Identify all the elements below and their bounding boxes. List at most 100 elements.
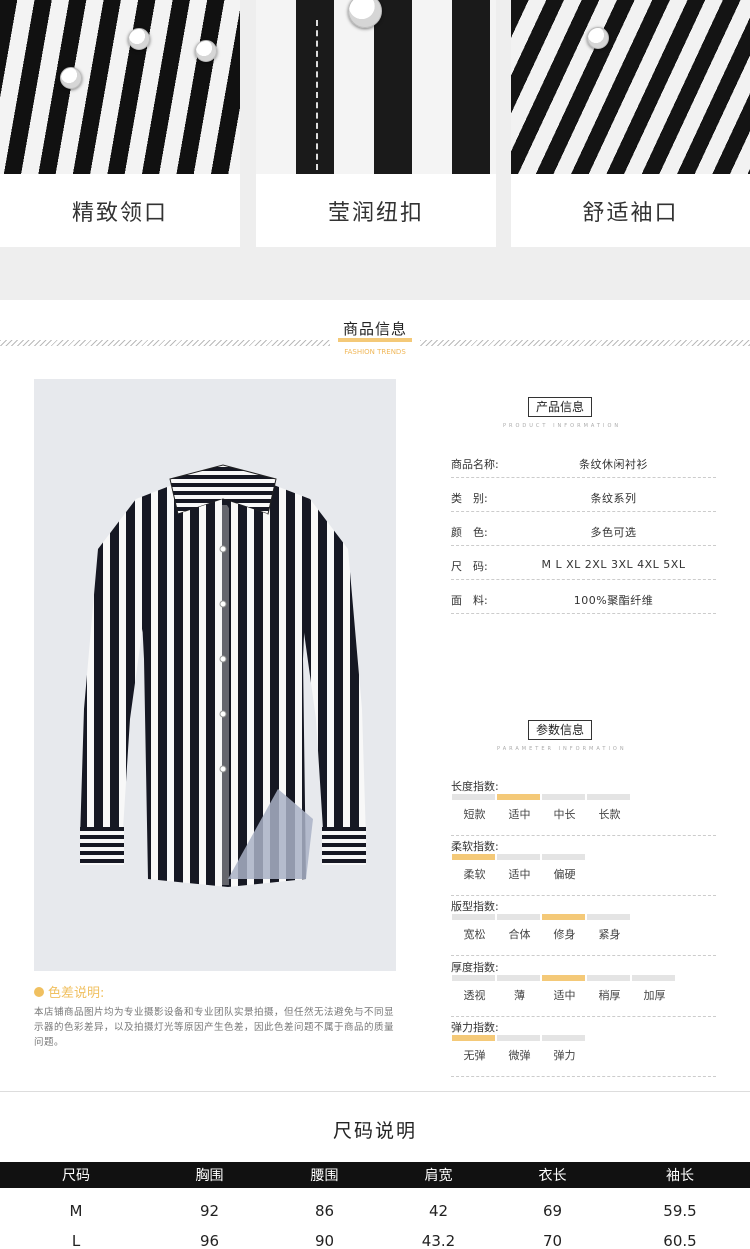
scale-option: 宽松 — [463, 928, 486, 941]
scale-option: 偏硬 — [553, 868, 576, 881]
scale-option: 修身 — [553, 928, 576, 941]
info-value: 100%聚酯纤维 — [573, 594, 654, 607]
scale-option: 柔软 — [463, 868, 486, 881]
info-label: 面 料: — [451, 594, 488, 607]
scale-segment — [452, 975, 495, 981]
scale-option: 适中 — [508, 868, 531, 881]
info-value: M L XL 2XL 3XL 4XL 5XL — [541, 558, 686, 571]
size-cell: 43.2 — [421, 1232, 456, 1249]
info-row: 尺 码: M L XL 2XL 3XL 4XL 5XL — [451, 554, 716, 580]
size-row: M 92 86 42 69 59.5 — [0, 1196, 750, 1226]
size-header-cell: 尺码 — [62, 1168, 90, 1184]
info-label: 类 别: — [451, 492, 488, 505]
size-cell: 69 — [542, 1202, 563, 1220]
detail-label: 舒适袖口 — [582, 200, 679, 226]
detail-card-cuff: 舒适袖口 — [511, 0, 750, 247]
scale-segment — [497, 914, 540, 920]
size-cell: 86 — [314, 1202, 335, 1220]
size-cell: 59.5 — [663, 1202, 697, 1220]
info-value: 条纹休闲衬衫 — [579, 458, 648, 471]
size-cell: 70 — [542, 1232, 563, 1249]
scale-options: 宽松 合体 修身 紧身 — [452, 926, 632, 942]
size-header-cell: 腰围 — [310, 1168, 339, 1184]
size-cell: 42 — [428, 1202, 449, 1220]
param-label: 厚度指数: — [451, 961, 499, 974]
product-info-title: 产品信息 — [528, 397, 593, 417]
param-scale: 弹力指数: 无弹 微弹 弹力 — [451, 1019, 716, 1077]
info-value: 条纹系列 — [590, 492, 637, 505]
detail-card-button: 莹润纽扣 — [256, 0, 496, 247]
scale-options: 短款 适中 中长 长款 — [452, 806, 632, 822]
detail-label: 莹润纽扣 — [327, 200, 424, 226]
scale-option: 短款 — [463, 808, 486, 821]
info-label: 颜 色: — [451, 526, 488, 539]
size-cell: 60.5 — [663, 1232, 697, 1249]
param-label: 长度指数: — [451, 780, 499, 793]
info-row: 类 别: 条纹系列 — [451, 486, 716, 512]
scale-option: 加厚 — [643, 989, 666, 1002]
shirt-button-image — [128, 28, 150, 50]
size-cell: 96 — [199, 1232, 220, 1249]
scale-option: 微弹 — [508, 1049, 531, 1062]
color-note-heading: 色差说明: — [48, 986, 105, 1001]
scale-segment — [542, 975, 585, 981]
size-cell: L — [71, 1232, 81, 1249]
scale-option: 合体 — [508, 928, 531, 941]
scale-segment — [452, 1035, 495, 1041]
info-label: 商品名称: — [451, 458, 499, 471]
scale-option: 透视 — [463, 989, 486, 1002]
size-chart-title: 尺码说明 — [332, 1120, 417, 1142]
product-photo — [34, 379, 396, 971]
shirt-button-image — [60, 67, 82, 89]
scale-bar — [452, 794, 632, 800]
scale-option: 薄 — [514, 989, 525, 1002]
decorative-line — [420, 340, 750, 346]
scale-bar — [452, 914, 632, 920]
size-header-cell: 胸围 — [195, 1168, 224, 1184]
section-divider — [0, 1091, 750, 1092]
scale-segment — [632, 975, 675, 981]
param-label: 柔软指数: — [451, 840, 499, 853]
scale-segment — [497, 975, 540, 981]
size-row: L 96 90 43.2 70 60.5 — [0, 1226, 750, 1249]
param-scale: 版型指数: 宽松 合体 修身 紧身 — [451, 898, 716, 956]
param-info-subtitle: PARAMETER INFORMATION — [497, 746, 627, 752]
param-label: 弹力指数: — [451, 1021, 499, 1034]
button-detail-photo — [256, 0, 496, 174]
color-note-title: 色差说明: — [34, 982, 104, 1001]
cuff-detail-photo — [511, 0, 750, 174]
scale-segment — [587, 975, 630, 981]
shirt-button-image — [587, 27, 609, 49]
product-info-subtitle: PRODUCT INFORMATION — [503, 423, 622, 429]
scale-option: 适中 — [553, 989, 576, 1002]
collar-detail-photo — [0, 0, 240, 174]
scale-option: 弹力 — [553, 1049, 576, 1062]
scale-segment — [542, 1035, 585, 1041]
scale-segment — [452, 854, 495, 860]
scale-option: 适中 — [508, 808, 531, 821]
scale-segment — [542, 914, 585, 920]
shirt-button-image — [195, 40, 217, 62]
bullet-dot-icon — [34, 986, 44, 997]
section-title: 商品信息 — [342, 320, 407, 338]
param-scale: 柔软指数: 柔软 适中 偏硬 — [451, 838, 716, 896]
param-scale: 厚度指数: 透视 薄 适中 稍厚 加厚 — [451, 959, 716, 1017]
scale-bar — [452, 854, 587, 860]
scale-option: 紧身 — [598, 928, 621, 941]
scale-options: 无弹 微弹 弹力 — [452, 1047, 587, 1063]
info-row: 颜 色: 多色可选 — [451, 520, 716, 546]
scale-segment — [542, 854, 585, 860]
scale-options: 透视 薄 适中 稍厚 加厚 — [452, 987, 677, 1003]
section-subtitle: FASHION TRENDS — [344, 348, 406, 356]
scale-options: 柔软 适中 偏硬 — [452, 866, 587, 882]
scale-option: 长款 — [598, 808, 621, 821]
detail-card-collar: 精致领口 — [0, 0, 240, 247]
scale-segment — [497, 854, 540, 860]
scale-option: 稍厚 — [598, 989, 621, 1002]
scale-segment — [497, 1035, 540, 1041]
size-header-cell: 袖长 — [666, 1168, 694, 1184]
size-table-header: 尺码 胸围 腰围 肩宽 衣长 袖长 — [0, 1162, 750, 1188]
scale-segment — [587, 794, 630, 800]
size-header-cell: 衣长 — [538, 1168, 567, 1184]
param-label: 版型指数: — [451, 900, 499, 913]
